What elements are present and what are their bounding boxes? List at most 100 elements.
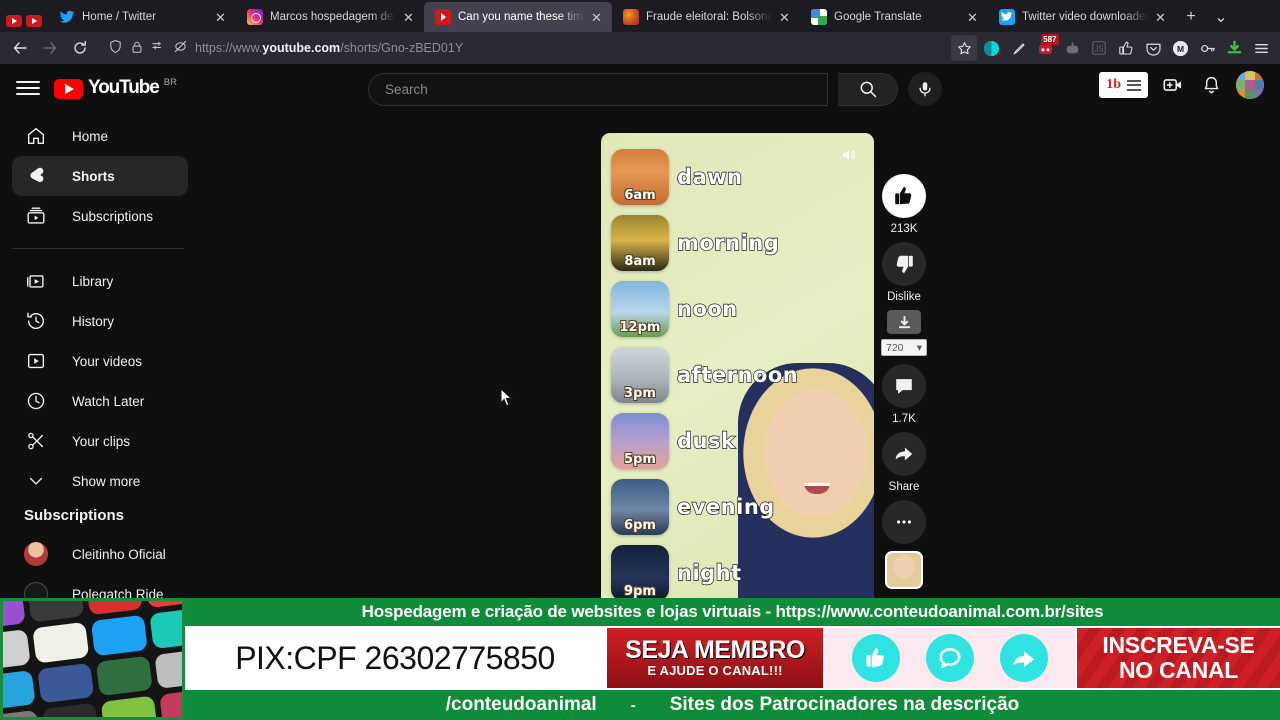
sidebar-item-shorts[interactable]: Shorts [12, 156, 188, 196]
javascript-icon[interactable]: JS [1086, 35, 1112, 61]
bookmark-star-icon[interactable] [951, 35, 977, 61]
sidebar-item-watch-later[interactable]: Watch Later [12, 381, 188, 421]
avatar [24, 542, 48, 566]
dislike-label: Dislike [887, 291, 921, 303]
robot-icon[interactable] [1059, 35, 1085, 61]
sidebar-item-label: Your clips [72, 433, 131, 449]
comments-button[interactable] [882, 364, 926, 408]
url-text[interactable]: https://www.youtube.com/shorts/Gno-zBED0… [195, 41, 463, 55]
like-button[interactable] [882, 174, 926, 218]
download-button[interactable] [887, 310, 921, 334]
tab-close-button[interactable]: ✕ [967, 11, 981, 24]
channel-thumbnail-button[interactable] [885, 551, 923, 589]
robot-badge-icon[interactable]: 587 [1032, 34, 1059, 61]
lock-icon[interactable] [130, 40, 144, 57]
browser-tab-3-active[interactable]: Can you name these times of day ✕ [424, 2, 612, 32]
sidebar-channel-label: Cleitinho Oficial [72, 546, 166, 562]
sidebar-item-history[interactable]: History [12, 301, 188, 341]
shorts-player[interactable]: 6am dawn 8am morning 12pm noon 3pm after… [601, 133, 874, 663]
app-menu-icon[interactable] [1248, 35, 1274, 61]
shorts-action-rail: 213K Dislike 720 ▾ 1.7K Share [880, 174, 928, 589]
promo-bands: Hospedagem e criação de websites e lojas… [185, 598, 1280, 720]
download-arrow-icon[interactable] [1221, 35, 1247, 61]
chevron-down-icon [24, 469, 48, 493]
tab-close-button[interactable]: ✕ [779, 11, 793, 24]
subscribe-channel-badge[interactable]: INSCREVA-SE NO CANAL [1075, 628, 1280, 688]
back-button[interactable] [6, 35, 34, 61]
list-item: 6pm evening [611, 477, 871, 537]
reload-button[interactable] [66, 35, 94, 61]
account-avatar[interactable] [1236, 71, 1264, 99]
sidebar-item-your-clips[interactable]: Your clips [12, 421, 188, 461]
svg-text:M: M [1176, 43, 1183, 53]
tab-title: Fraude eleitoral: Bolsonaro det [646, 11, 772, 23]
shield-icon[interactable] [108, 39, 123, 57]
thumbs-up-icon[interactable] [1113, 35, 1139, 61]
new-tab-button[interactable]: + [1176, 2, 1206, 32]
thumbnail-noon: 12pm [611, 281, 669, 337]
tab-close-button[interactable]: ✕ [1155, 11, 1169, 24]
browser-tab-5[interactable]: Google Translate ✕ [800, 2, 988, 32]
forward-button[interactable] [36, 35, 64, 61]
tubebuddy-button[interactable]: 1b [1099, 72, 1148, 98]
sidebar-item-label: Home [72, 128, 109, 144]
sidebar-item-library[interactable]: Library [12, 261, 188, 301]
tab-close-button[interactable]: ✕ [403, 11, 417, 24]
thumbnail-evening: 6pm [611, 479, 669, 535]
tab-close-button[interactable]: ✕ [591, 11, 605, 24]
browser-tab-1[interactable]: Home / Twitter ✕ [48, 2, 236, 32]
time-word: noon [676, 296, 738, 321]
search-input[interactable]: Search [368, 72, 828, 106]
password-key-icon[interactable] [1194, 35, 1220, 61]
bell-icon[interactable] [1198, 72, 1224, 98]
sidebar-item-subscriptions[interactable]: Subscriptions [12, 196, 188, 236]
quality-select[interactable]: 720 ▾ [881, 339, 927, 356]
social-apps-photo [0, 598, 185, 720]
youtube-logo[interactable]: YouTube BR [54, 77, 177, 99]
promo-top-banner: Hospedagem e criação de websites e lojas… [185, 598, 1280, 628]
voice-search-button[interactable] [908, 72, 942, 106]
browser-tab-2[interactable]: Marcos hospedagem de website ✕ [236, 2, 424, 32]
blocked-permission-icon[interactable] [173, 39, 188, 57]
youtube-icon [435, 9, 451, 25]
history-icon [24, 309, 48, 333]
mouse-cursor [500, 387, 513, 412]
thumbnail-morning: 8am [611, 215, 669, 271]
shorts-video[interactable]: 6am dawn 8am morning 12pm noon 3pm after… [601, 133, 874, 663]
hamburger-menu-icon[interactable] [16, 76, 40, 100]
thumbnail-dusk: 5pm [611, 413, 669, 469]
shorts-icon [24, 164, 48, 188]
time-word: morning [676, 230, 780, 255]
create-video-icon[interactable] [1160, 72, 1186, 98]
tracking-protection-icon[interactable] [151, 39, 166, 57]
library-icon [24, 269, 48, 293]
list-all-tabs-button[interactable]: ⌄ [1206, 2, 1236, 32]
your-videos-icon [24, 349, 48, 373]
sidebar-item-home[interactable]: Home [12, 116, 188, 156]
app-icons-grid [3, 601, 182, 717]
news-icon [623, 9, 639, 25]
more-actions-button[interactable] [882, 500, 926, 544]
quality-value: 720 [886, 341, 904, 354]
sidebar-subscriptions-title: Subscriptions [24, 507, 125, 524]
time-label: 8am [624, 254, 656, 269]
browser-tab-4[interactable]: Fraude eleitoral: Bolsonaro det ✕ [612, 2, 800, 32]
share-button[interactable] [882, 432, 926, 476]
social-action-icons [825, 628, 1075, 688]
dislike-button[interactable] [882, 242, 926, 286]
address-bar[interactable]: https://www.youtube.com/shorts/Gno-zBED0… [100, 35, 945, 61]
metamask-icon[interactable]: M [1167, 35, 1193, 61]
sidebar-channel-cleitinho[interactable]: Cleitinho Oficial [12, 534, 188, 574]
tab-close-button[interactable]: ✕ [215, 11, 229, 24]
browser-tab-6[interactable]: Twitter video downloader online ✕ [988, 2, 1176, 32]
sidebar-item-your-videos[interactable]: Your videos [12, 341, 188, 381]
pocket-icon[interactable] [1140, 35, 1166, 61]
become-member-badge[interactable]: SEJA MEMBRO E AJUDE O CANAL!!! [605, 628, 825, 688]
sidebar-item-show-more[interactable]: Show more [12, 461, 188, 501]
thumbnail-afternoon: 3pm [611, 347, 669, 403]
eyedropper-icon[interactable] [1005, 35, 1031, 61]
adblock-circle-icon[interactable] [978, 35, 1004, 61]
masthead-right-buttons: 1b [1099, 71, 1264, 99]
search-button[interactable] [838, 72, 898, 106]
share-label: Share [888, 481, 920, 493]
